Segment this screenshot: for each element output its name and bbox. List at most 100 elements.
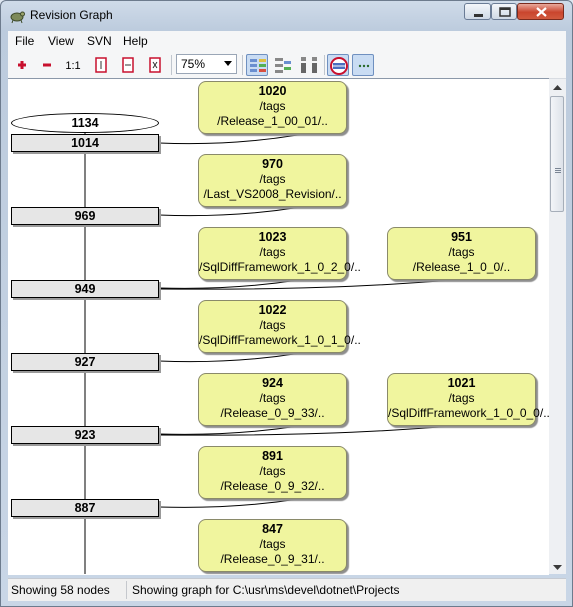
show-head-icon <box>330 57 348 75</box>
arrange-columns-button[interactable] <box>298 54 320 76</box>
expand-all-button[interactable] <box>11 54 33 76</box>
tag-node-924[interactable]: 924 /tags /Release_0_9_33/.. <box>198 373 347 426</box>
toolbar-separator <box>171 55 172 75</box>
close-button[interactable] <box>517 3 564 20</box>
tag-node-951[interactable]: 951 /tags /Release_1_0_0/.. <box>387 227 536 280</box>
fit-window-button[interactable] <box>144 54 166 76</box>
tag-revision: 970 <box>262 157 283 171</box>
chevron-down-icon <box>224 61 232 66</box>
top-down-layout-button[interactable] <box>272 54 294 76</box>
status-node-count: Showing 58 nodes <box>11 583 110 597</box>
tag-revision: 1022 <box>258 303 287 317</box>
tag-node-1022[interactable]: 1022 /tags /SqlDiffFramework_1_0_1_0/.. <box>198 300 361 353</box>
tag-folder: /tags <box>259 245 286 259</box>
fit-height-icon <box>95 57 107 73</box>
status-graph-path: Showing graph for C:\usr\ms\devel\dotnet… <box>132 583 400 597</box>
tag-node-1023[interactable]: 1023 /tags /SqlDiffFramework_1_0_2_0/.. <box>198 227 361 280</box>
fit-width-button[interactable] <box>117 54 139 76</box>
minimize-button[interactable] <box>464 3 491 20</box>
window-title: Revision Graph <box>30 8 113 22</box>
fit-width-icon <box>122 57 134 73</box>
scroll-up-icon[interactable] <box>553 85 562 90</box>
tag-path: /Release_0_9_31/.. <box>220 552 325 566</box>
tag-folder: /tags <box>259 99 286 113</box>
zoom-value: 75% <box>181 57 206 71</box>
zoom-dropdown[interactable]: 75% <box>176 54 237 74</box>
tag-revision: 1023 <box>258 230 287 244</box>
tag-path: /Last_VS2008_Revision/.. <box>203 187 342 201</box>
tag-folder: /tags <box>448 391 475 405</box>
tag-node-970[interactable]: 970 /tags /Last_VS2008_Revision/.. <box>198 154 347 207</box>
tag-node-1020[interactable]: 1020 /tags /Release_1_00_01/.. <box>198 81 347 134</box>
close-icon <box>536 7 547 17</box>
tag-path: /SqlDiffFramework_1_0_0_0/.. <box>388 406 549 420</box>
tag-path: /SqlDiffFramework_1_0_1_0/.. <box>199 333 361 347</box>
expand-all-icon <box>18 61 26 69</box>
tag-revision: 847 <box>262 522 283 536</box>
grip-line <box>555 172 561 173</box>
collapse-all-button[interactable] <box>36 54 58 76</box>
dots-icon <box>358 64 370 68</box>
tag-node-847[interactable]: 847 /tags /Release_0_9_31/.. <box>198 519 347 572</box>
graph-canvas[interactable]: 1134 1014 969 949 927 923 887 1020 /tags… <box>8 78 549 575</box>
scrollbar-thumb[interactable] <box>550 96 564 212</box>
show-head-button[interactable] <box>327 54 349 76</box>
zoom-original-label: 1:1 <box>65 60 80 72</box>
tag-folder: /tags <box>259 464 286 478</box>
revision-node-927[interactable]: 927 <box>11 353 159 371</box>
fit-window-icon <box>149 57 161 73</box>
revision-node-969[interactable]: 969 <box>11 207 159 225</box>
status-separator <box>126 581 127 599</box>
turtle-icon <box>10 11 25 24</box>
toolbar-separator <box>242 55 243 75</box>
group-branches-icon <box>250 59 266 72</box>
collapse-all-icon <box>43 63 51 67</box>
tag-path: /Release_1_0_0/.. <box>412 260 511 274</box>
maximize-button[interactable] <box>491 3 517 20</box>
maximize-icon <box>499 7 511 17</box>
tag-folder: /tags <box>259 172 286 186</box>
tag-path: /Release_1_00_01/.. <box>217 114 328 128</box>
tag-folder: /tags <box>259 391 286 405</box>
tag-revision: 951 <box>451 230 472 244</box>
tag-folder: /tags <box>448 245 475 259</box>
menu-bar: File View SVN Help <box>8 31 566 52</box>
revision-node-923[interactable]: 923 <box>11 426 159 444</box>
title-bar[interactable]: Revision Graph <box>1 1 572 31</box>
show-all-button[interactable] <box>352 54 374 76</box>
revision-node-1014[interactable]: 1014 <box>11 134 159 152</box>
grip-line <box>555 168 561 169</box>
head-revision-node[interactable]: 1134 <box>11 113 159 133</box>
fit-height-button[interactable] <box>90 54 112 76</box>
group-branches-button[interactable] <box>246 54 268 76</box>
tag-folder: /tags <box>259 318 286 332</box>
tag-folder: /tags <box>259 537 286 551</box>
tag-revision: 891 <box>262 449 283 463</box>
tag-path: /Release_0_9_32/.. <box>220 479 325 493</box>
tag-node-891[interactable]: 891 /tags /Release_0_9_32/.. <box>198 446 347 499</box>
arrange-columns-icon <box>301 57 317 73</box>
revision-node-949[interactable]: 949 <box>11 280 159 298</box>
tag-path: /Release_0_9_33/.. <box>220 406 325 420</box>
tag-revision: 1021 <box>447 376 476 390</box>
toolbar: 1:1 75% <box>8 51 566 79</box>
tag-node-1021[interactable]: 1021 /tags /SqlDiffFramework_1_0_0_0/.. <box>387 373 549 426</box>
top-down-layout-icon <box>275 58 291 73</box>
tag-revision: 1020 <box>258 84 287 98</box>
grip-line <box>555 170 561 171</box>
vertical-scrollbar[interactable] <box>549 79 566 574</box>
menu-help[interactable]: Help <box>123 34 148 48</box>
scroll-down-icon[interactable] <box>553 565 562 570</box>
tag-revision: 924 <box>262 376 283 390</box>
revision-node-887[interactable]: 887 <box>11 499 159 517</box>
menu-svn[interactable]: SVN <box>87 34 112 48</box>
menu-view[interactable]: View <box>48 34 74 48</box>
status-bar: Showing 58 nodes Showing graph for C:\us… <box>8 578 566 601</box>
zoom-original-icon: 1:1 <box>65 60 80 72</box>
revision-graph-window: Revision Graph File View SVN Help 1:1 75… <box>0 0 573 607</box>
toolbar-separator <box>324 55 325 75</box>
tag-path: /SqlDiffFramework_1_0_2_0/.. <box>199 260 361 274</box>
zoom-original-button[interactable]: 1:1 <box>62 54 84 76</box>
minimize-icon <box>474 14 483 17</box>
menu-file[interactable]: File <box>15 34 34 48</box>
